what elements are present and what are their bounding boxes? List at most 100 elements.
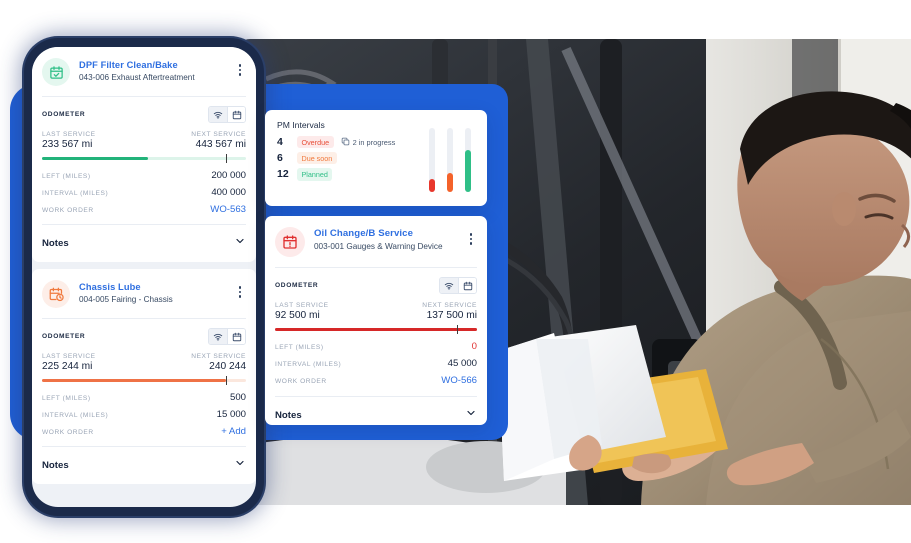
- last-service-label: LAST SERVICE: [42, 131, 96, 138]
- card-subtitle: 043-006 Exhaust Aftertreatment: [79, 73, 195, 82]
- add-work-order-button[interactable]: + Add: [221, 426, 246, 437]
- notes-label: Notes: [42, 237, 69, 249]
- row-interval-miles: INTERVAL (MILES) 400 000: [32, 181, 256, 198]
- notes-label: Notes: [42, 459, 69, 471]
- pm-card-dpf-filter-clean-bake[interactable]: DPF Filter Clean/Bake 043-006 Exhaust Af…: [32, 47, 256, 262]
- row-key: WORK ORDER: [42, 207, 94, 214]
- calendar-icon[interactable]: [458, 278, 476, 293]
- pm-intervals-card[interactable]: PM Intervals 4 Overdue 2 in progress 6 D…: [265, 110, 487, 206]
- in-progress-text: 2 in progress: [352, 137, 396, 147]
- progress-fill: [42, 157, 149, 160]
- service-caption-row: LAST SERVICE NEXT SERVICE: [265, 300, 487, 309]
- signal-icon[interactable]: [209, 329, 227, 344]
- row-key: WORK ORDER: [275, 378, 327, 385]
- card-title: Chassis Lube: [79, 282, 141, 292]
- next-service-value: 137 500 mi: [426, 310, 477, 321]
- row-value: 0: [471, 341, 477, 352]
- phone-mockup: DPF Filter Clean/Bake 043-006 Exhaust Af…: [24, 38, 264, 516]
- next-service-value: 443 567 mi: [195, 139, 246, 150]
- card-overflow-menu-button[interactable]: [465, 227, 477, 249]
- pm-count: 12: [277, 168, 289, 181]
- progress-track: [275, 325, 477, 334]
- status-badge-planned: Planned: [297, 168, 333, 181]
- row-key: INTERVAL (MILES): [42, 190, 109, 197]
- progress-marker: [225, 154, 228, 163]
- progress-marker: [456, 325, 459, 334]
- progress-bar-wrap: [32, 372, 256, 386]
- row-left-miles: LEFT (MILES) 500: [32, 386, 256, 403]
- pm-row-overdue[interactable]: 4 Overdue 2 in progress: [277, 136, 429, 149]
- card-overflow-menu-button[interactable]: [234, 280, 246, 302]
- work-order-link[interactable]: WO-566: [441, 375, 477, 386]
- meter-type-toggle-group[interactable]: [439, 277, 477, 294]
- row-interval-miles: INTERVAL (MILES) 45 000: [265, 352, 487, 369]
- pm-card-oil-change-b-service[interactable]: Oil Change/B Service 003-001 Gauges & Wa…: [265, 216, 487, 425]
- pm-intervals-title: PM Intervals: [277, 120, 325, 130]
- last-service-value: 233 567 mi: [42, 139, 93, 150]
- bar-overdue: [429, 128, 435, 192]
- notes-accordion[interactable]: Notes: [32, 447, 256, 484]
- pm-row-due-soon[interactable]: 6 Due soon: [277, 152, 429, 165]
- row-value: 45 000: [447, 358, 477, 369]
- card-header: DPF Filter Clean/Bake 043-006 Exhaust Af…: [32, 47, 256, 96]
- calendar-alert-icon: [275, 227, 305, 257]
- next-service-label: NEXT SERVICE: [191, 131, 246, 138]
- pm-count: 4: [277, 136, 283, 149]
- signal-icon[interactable]: [209, 107, 227, 122]
- odometer-row: ODOMETER: [32, 319, 256, 351]
- signal-icon[interactable]: [440, 278, 458, 293]
- pm-card-chassis-lube[interactable]: Chassis Lube 004-005 Fairing - Chassis O…: [32, 269, 256, 484]
- calendar-icon[interactable]: [227, 107, 245, 122]
- card-header: Oil Change/B Service 003-001 Gauges & Wa…: [265, 216, 487, 267]
- card-title: Oil Change/B Service: [314, 228, 414, 239]
- row-key: WORK ORDER: [42, 429, 94, 436]
- last-service-value: 225 244 mi: [42, 361, 93, 372]
- notes-accordion[interactable]: Notes: [32, 225, 256, 262]
- row-interval-miles: INTERVAL (MILES) 15 000: [32, 403, 256, 420]
- last-service-label: LAST SERVICE: [275, 302, 329, 309]
- bar-planned: [465, 128, 471, 192]
- calendar-check-icon: [42, 58, 70, 86]
- calendar-icon[interactable]: [227, 329, 245, 344]
- chevron-down-icon[interactable]: [234, 234, 246, 252]
- pm-intervals-list: PM Intervals 4 Overdue 2 in progress 6 D…: [277, 120, 429, 196]
- bar-fill-planned: [465, 150, 471, 192]
- service-value-row: 225 244 mi 240 244: [32, 360, 256, 372]
- meter-type-toggle-group[interactable]: [208, 106, 246, 123]
- card-title: DPF Filter Clean/Bake: [79, 60, 178, 70]
- meter-type-toggle-group[interactable]: [208, 328, 246, 345]
- work-order-link[interactable]: WO-563: [210, 204, 246, 215]
- pm-row-planned[interactable]: 12 Planned: [277, 168, 429, 181]
- odometer-label: ODOMETER: [275, 282, 319, 289]
- row-value: 500: [229, 392, 246, 403]
- row-key: LEFT (MILES): [42, 173, 91, 180]
- card-overflow-menu-button[interactable]: [234, 58, 246, 80]
- next-service-value: 240 244: [209, 361, 246, 372]
- phone-screen: DPF Filter Clean/Bake 043-006 Exhaust Af…: [32, 47, 256, 507]
- row-work-order[interactable]: WORK ORDER WO-563: [32, 198, 256, 215]
- progress-fill: [42, 379, 226, 382]
- chevron-down-icon[interactable]: [234, 456, 246, 474]
- progress-bar-wrap: [265, 321, 487, 335]
- card-subtitle: 004-005 Fairing - Chassis: [79, 295, 173, 304]
- status-badge-due-soon: Due soon: [297, 152, 337, 165]
- row-key: LEFT (MILES): [42, 395, 91, 402]
- row-value: 400 000: [211, 187, 246, 198]
- row-work-order[interactable]: WORK ORDER + Add: [32, 420, 256, 437]
- chevron-down-icon[interactable]: [465, 406, 477, 424]
- next-service-label: NEXT SERVICE: [191, 353, 246, 360]
- notes-accordion[interactable]: Notes: [265, 397, 487, 425]
- progress-track: [42, 154, 246, 163]
- status-badge-overdue: Overdue: [297, 136, 334, 149]
- row-value: 200 000: [211, 170, 246, 181]
- card-title-block: DPF Filter Clean/Bake 043-006 Exhaust Af…: [79, 58, 225, 84]
- row-work-order[interactable]: WORK ORDER WO-566: [265, 369, 487, 386]
- service-value-row: 233 567 mi 443 567 mi: [32, 138, 256, 150]
- in-progress-annotation: 2 in progress: [341, 137, 396, 148]
- bar-due-soon: [447, 128, 453, 192]
- progress-track: [42, 376, 246, 385]
- row-left-miles: LEFT (MILES) 200 000: [32, 164, 256, 181]
- odometer-row: ODOMETER: [265, 268, 487, 300]
- notes-label: Notes: [275, 409, 302, 421]
- row-left-miles: LEFT (MILES) 0: [265, 335, 487, 352]
